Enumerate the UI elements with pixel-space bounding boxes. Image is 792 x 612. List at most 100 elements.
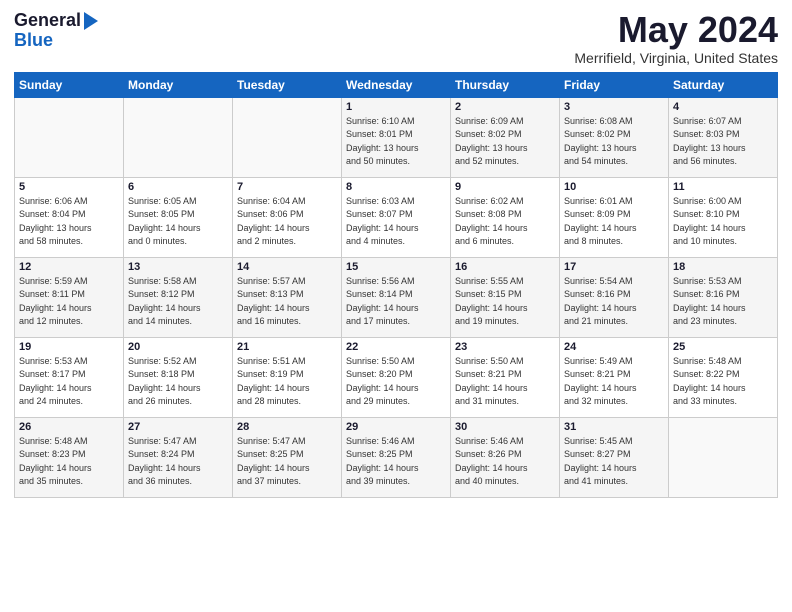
calendar-cell: 24 Sunrise: 5:49 AM Sunset: 8:21 PM Dayli… <box>560 337 669 417</box>
week-row-5: 26Sunrise: 5:48 AM Sunset: 8:23 PM Dayli… <box>15 417 778 497</box>
calendar-cell: 14Sunrise: 5:57 AM Sunset: 8:13 PM Dayli… <box>233 257 342 337</box>
day-number: 26 <box>19 421 119 433</box>
calendar-cell: 10 Sunrise: 6:01 AM Sunset: 8:09 PM Dayli… <box>560 177 669 257</box>
week-row-3: 12Sunrise: 5:59 AM Sunset: 8:11 PM Dayli… <box>15 257 778 337</box>
day-info: Sunrise: 5:47 AM Sunset: 8:25 PM Dayligh… <box>237 435 337 489</box>
day-info: Sunrise: 6:03 AM Sunset: 8:07 PM Dayligh… <box>346 195 446 249</box>
calendar-cell: 23 Sunrise: 5:50 AM Sunset: 8:21 PM Dayli… <box>451 337 560 417</box>
calendar-cell: 4 Sunrise: 6:07 AM Sunset: 8:03 PM Daylig… <box>669 97 778 177</box>
day-number: 24 <box>564 341 664 353</box>
calendar-cell: 29 Sunrise: 5:46 AM Sunset: 8:25 PM Dayli… <box>342 417 451 497</box>
calendar-cell: 3 Sunrise: 6:08 AM Sunset: 8:02 PM Daylig… <box>560 97 669 177</box>
calendar-cell <box>233 97 342 177</box>
day-number: 21 <box>237 341 337 353</box>
day-number: 16 <box>455 261 555 273</box>
day-info: Sunrise: 6:02 AM Sunset: 8:08 PM Dayligh… <box>455 195 555 249</box>
day-info: Sunrise: 5:58 AM Sunset: 8:12 PM Dayligh… <box>128 275 228 329</box>
col-sunday: Sunday <box>15 72 124 97</box>
calendar-cell: 31 Sunrise: 5:45 AM Sunset: 8:27 PM Dayli… <box>560 417 669 497</box>
day-info: Sunrise: 5:56 AM Sunset: 8:14 PM Dayligh… <box>346 275 446 329</box>
day-number: 29 <box>346 421 446 433</box>
day-number: 9 <box>455 181 555 193</box>
header: General Blue May 2024 Merrifield, Virgin… <box>14 10 778 66</box>
day-number: 1 <box>346 101 446 113</box>
calendar-cell: 12Sunrise: 5:59 AM Sunset: 8:11 PM Dayli… <box>15 257 124 337</box>
day-info: Sunrise: 6:09 AM Sunset: 8:02 PM Dayligh… <box>455 115 555 169</box>
calendar-cell: 26Sunrise: 5:48 AM Sunset: 8:23 PM Dayli… <box>15 417 124 497</box>
day-info: Sunrise: 5:46 AM Sunset: 8:25 PM Dayligh… <box>346 435 446 489</box>
day-number: 12 <box>19 261 119 273</box>
day-info: Sunrise: 6:01 AM Sunset: 8:09 PM Dayligh… <box>564 195 664 249</box>
day-number: 7 <box>237 181 337 193</box>
location: Merrifield, Virginia, United States <box>574 50 778 66</box>
calendar-cell: 2 Sunrise: 6:09 AM Sunset: 8:02 PM Daylig… <box>451 97 560 177</box>
day-number: 2 <box>455 101 555 113</box>
calendar-cell: 28 Sunrise: 5:47 AM Sunset: 8:25 PM Dayli… <box>233 417 342 497</box>
day-number: 11 <box>673 181 773 193</box>
day-info: Sunrise: 6:08 AM Sunset: 8:02 PM Dayligh… <box>564 115 664 169</box>
calendar-cell: 30 Sunrise: 5:46 AM Sunset: 8:26 PM Dayli… <box>451 417 560 497</box>
logo: General Blue <box>14 10 98 49</box>
logo-general: General <box>14 10 81 31</box>
day-number: 30 <box>455 421 555 433</box>
calendar-cell: 17 Sunrise: 5:54 AM Sunset: 8:16 PM Dayli… <box>560 257 669 337</box>
day-number: 4 <box>673 101 773 113</box>
day-number: 23 <box>455 341 555 353</box>
header-row: Sunday Monday Tuesday Wednesday Thursday… <box>15 72 778 97</box>
day-number: 5 <box>19 181 119 193</box>
calendar-cell: 22Sunrise: 5:50 AM Sunset: 8:20 PM Dayli… <box>342 337 451 417</box>
day-number: 27 <box>128 421 228 433</box>
week-row-1: 1Sunrise: 6:10 AM Sunset: 8:01 PM Daylig… <box>15 97 778 177</box>
day-info: Sunrise: 5:48 AM Sunset: 8:22 PM Dayligh… <box>673 355 773 409</box>
day-number: 25 <box>673 341 773 353</box>
day-info: Sunrise: 5:55 AM Sunset: 8:15 PM Dayligh… <box>455 275 555 329</box>
day-number: 18 <box>673 261 773 273</box>
col-tuesday: Tuesday <box>233 72 342 97</box>
day-info: Sunrise: 5:49 AM Sunset: 8:21 PM Dayligh… <box>564 355 664 409</box>
day-number: 20 <box>128 341 228 353</box>
calendar-cell: 1Sunrise: 6:10 AM Sunset: 8:01 PM Daylig… <box>342 97 451 177</box>
day-number: 3 <box>564 101 664 113</box>
calendar-cell <box>15 97 124 177</box>
day-info: Sunrise: 6:00 AM Sunset: 8:10 PM Dayligh… <box>673 195 773 249</box>
col-friday: Friday <box>560 72 669 97</box>
col-saturday: Saturday <box>669 72 778 97</box>
calendar-cell: 27 Sunrise: 5:47 AM Sunset: 8:24 PM Dayli… <box>124 417 233 497</box>
day-info: Sunrise: 5:46 AM Sunset: 8:26 PM Dayligh… <box>455 435 555 489</box>
day-number: 13 <box>128 261 228 273</box>
col-monday: Monday <box>124 72 233 97</box>
title-section: May 2024 Merrifield, Virginia, United St… <box>574 10 778 66</box>
day-number: 15 <box>346 261 446 273</box>
calendar-table: Sunday Monday Tuesday Wednesday Thursday… <box>14 72 778 498</box>
month-title: May 2024 <box>574 10 778 50</box>
day-info: Sunrise: 5:54 AM Sunset: 8:16 PM Dayligh… <box>564 275 664 329</box>
day-number: 10 <box>564 181 664 193</box>
calendar-cell: 20Sunrise: 5:52 AM Sunset: 8:18 PM Dayli… <box>124 337 233 417</box>
day-number: 31 <box>564 421 664 433</box>
day-info: Sunrise: 5:50 AM Sunset: 8:21 PM Dayligh… <box>455 355 555 409</box>
day-number: 17 <box>564 261 664 273</box>
day-number: 8 <box>346 181 446 193</box>
calendar-cell: 11 Sunrise: 6:00 AM Sunset: 8:10 PM Dayli… <box>669 177 778 257</box>
day-number: 19 <box>19 341 119 353</box>
day-info: Sunrise: 6:07 AM Sunset: 8:03 PM Dayligh… <box>673 115 773 169</box>
calendar-cell: 19 Sunrise: 5:53 AM Sunset: 8:17 PM Dayli… <box>15 337 124 417</box>
day-number: 28 <box>237 421 337 433</box>
day-info: Sunrise: 5:47 AM Sunset: 8:24 PM Dayligh… <box>128 435 228 489</box>
day-info: Sunrise: 5:51 AM Sunset: 8:19 PM Dayligh… <box>237 355 337 409</box>
calendar-cell: 5 Sunrise: 6:06 AM Sunset: 8:04 PM Daylig… <box>15 177 124 257</box>
calendar-cell: 9 Sunrise: 6:02 AM Sunset: 8:08 PM Daylig… <box>451 177 560 257</box>
col-thursday: Thursday <box>451 72 560 97</box>
week-row-2: 5 Sunrise: 6:06 AM Sunset: 8:04 PM Daylig… <box>15 177 778 257</box>
day-info: Sunrise: 6:06 AM Sunset: 8:04 PM Dayligh… <box>19 195 119 249</box>
calendar-cell: 8 Sunrise: 6:03 AM Sunset: 8:07 PM Daylig… <box>342 177 451 257</box>
calendar-cell: 6Sunrise: 6:05 AM Sunset: 8:05 PM Daylig… <box>124 177 233 257</box>
calendar-cell: 7Sunrise: 6:04 AM Sunset: 8:06 PM Daylig… <box>233 177 342 257</box>
col-wednesday: Wednesday <box>342 72 451 97</box>
logo-blue: Blue <box>14 31 53 49</box>
calendar-cell: 13 Sunrise: 5:58 AM Sunset: 8:12 PM Dayli… <box>124 257 233 337</box>
day-info: Sunrise: 5:45 AM Sunset: 8:27 PM Dayligh… <box>564 435 664 489</box>
day-info: Sunrise: 5:57 AM Sunset: 8:13 PM Dayligh… <box>237 275 337 329</box>
calendar-cell: 18Sunrise: 5:53 AM Sunset: 8:16 PM Dayli… <box>669 257 778 337</box>
day-info: Sunrise: 5:53 AM Sunset: 8:17 PM Dayligh… <box>19 355 119 409</box>
